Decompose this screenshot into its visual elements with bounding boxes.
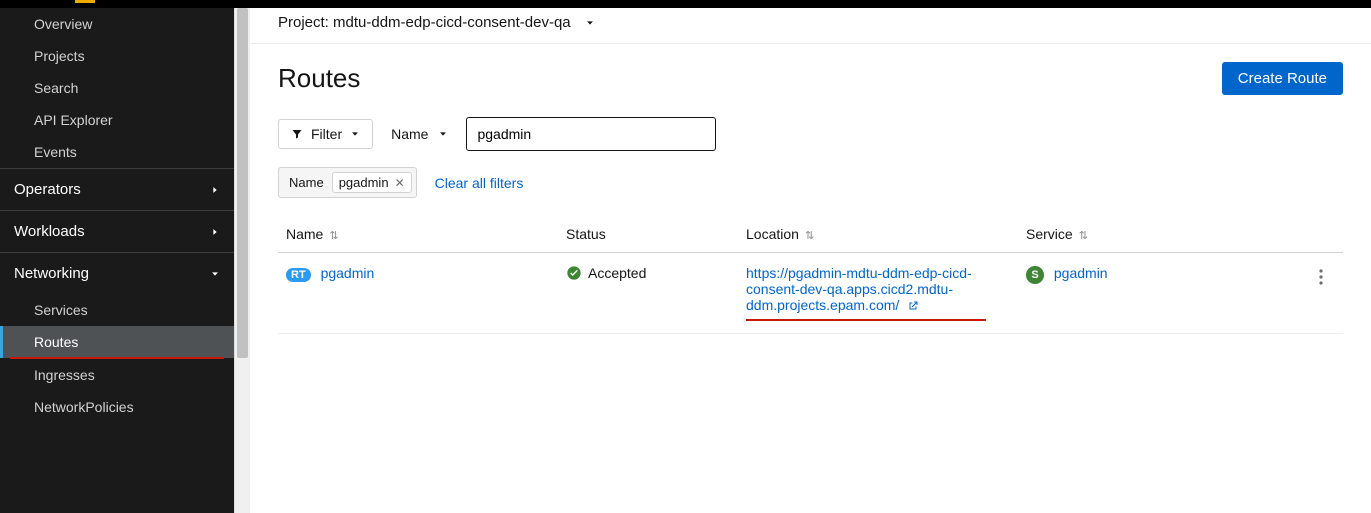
sidebar: Overview Projects Search API Explorer Ev…: [0, 0, 234, 513]
nav-group-operators[interactable]: Operators: [0, 168, 234, 210]
filter-search-input[interactable]: [477, 126, 705, 142]
nav-services[interactable]: Services: [0, 294, 234, 326]
route-location-link[interactable]: https://pgadmin-mdtu-ddm-edp-cicd-consen…: [746, 265, 972, 313]
filter-chip: pgadmin ✕: [332, 172, 412, 193]
caret-down-icon: [585, 18, 595, 28]
nav-routes[interactable]: Routes: [0, 326, 234, 358]
nav-group-networking[interactable]: Networking: [0, 252, 234, 294]
col-service[interactable]: Service⇅: [1018, 216, 1303, 253]
sort-icon: ⇅: [1079, 230, 1088, 242]
nav-ingresses[interactable]: Ingresses: [0, 359, 234, 391]
filter-chip-group: Name pgadmin ✕: [278, 167, 417, 198]
nav-overview[interactable]: Overview: [0, 8, 234, 40]
sort-icon: ⇅: [329, 230, 338, 242]
service-name-link[interactable]: pgadmin: [1054, 265, 1108, 281]
sort-icon: ⇅: [805, 230, 814, 242]
page-title: Routes: [278, 63, 360, 94]
nav-networkpolicies[interactable]: NetworkPolicies: [0, 391, 234, 423]
main-content: Project: mdtu-ddm-edp-cicd-consent-dev-q…: [250, 0, 1371, 513]
nav-group-networking-label: Networking: [14, 265, 89, 282]
filter-attribute-label: Name: [391, 126, 428, 142]
caret-down-icon: [438, 129, 448, 139]
create-route-button[interactable]: Create Route: [1222, 62, 1343, 95]
route-resource-badge: RT: [286, 268, 311, 282]
nav-group-workloads-label: Workloads: [14, 223, 85, 240]
chevron-right-icon: [210, 227, 220, 237]
sidebar-scrollbar[interactable]: [234, 0, 250, 513]
service-resource-badge: S: [1026, 266, 1044, 284]
nav-api-explorer[interactable]: API Explorer: [0, 104, 234, 136]
nav-search[interactable]: Search: [0, 72, 234, 104]
annotation-underline: [746, 319, 986, 321]
col-location[interactable]: Location⇅: [738, 216, 1018, 253]
filter-search-box[interactable]: [466, 117, 716, 151]
scrollbar-thumb[interactable]: [237, 8, 248, 358]
col-name[interactable]: Name⇅: [278, 216, 558, 253]
chevron-down-icon: [210, 269, 220, 279]
nav-events[interactable]: Events: [0, 136, 234, 168]
project-label: Project: mdtu-ddm-edp-cicd-consent-dev-q…: [278, 14, 571, 31]
chip-text: pgadmin: [339, 175, 389, 190]
nav-projects[interactable]: Projects: [0, 40, 234, 72]
clear-all-filters-link[interactable]: Clear all filters: [435, 175, 524, 191]
filter-label: Filter: [311, 126, 342, 142]
routes-table: Name⇅ Status Location⇅ Service⇅ RT pgadm…: [278, 216, 1343, 334]
nav-group-operators-label: Operators: [14, 181, 81, 198]
row-actions-kebab[interactable]: [1311, 265, 1335, 292]
nav-group-workloads[interactable]: Workloads: [0, 210, 234, 252]
top-masthead: [0, 0, 1371, 8]
col-status: Status: [558, 216, 738, 253]
chip-group-label: Name: [289, 175, 324, 190]
chip-remove-icon[interactable]: ✕: [395, 176, 405, 190]
filter-attribute-dropdown[interactable]: Name: [387, 120, 452, 148]
route-status: Accepted: [566, 265, 646, 281]
check-circle-icon: [566, 265, 582, 281]
chevron-right-icon: [210, 185, 220, 195]
route-name-link[interactable]: pgadmin: [321, 265, 375, 281]
kebab-icon: [1319, 269, 1323, 285]
filter-dropdown[interactable]: Filter: [278, 119, 373, 149]
table-row: RT pgadmin Accepted https://pgadmin-mdtu…: [278, 253, 1343, 334]
filter-icon: [291, 128, 303, 140]
external-link-icon: [903, 297, 919, 313]
caret-down-icon: [350, 129, 360, 139]
